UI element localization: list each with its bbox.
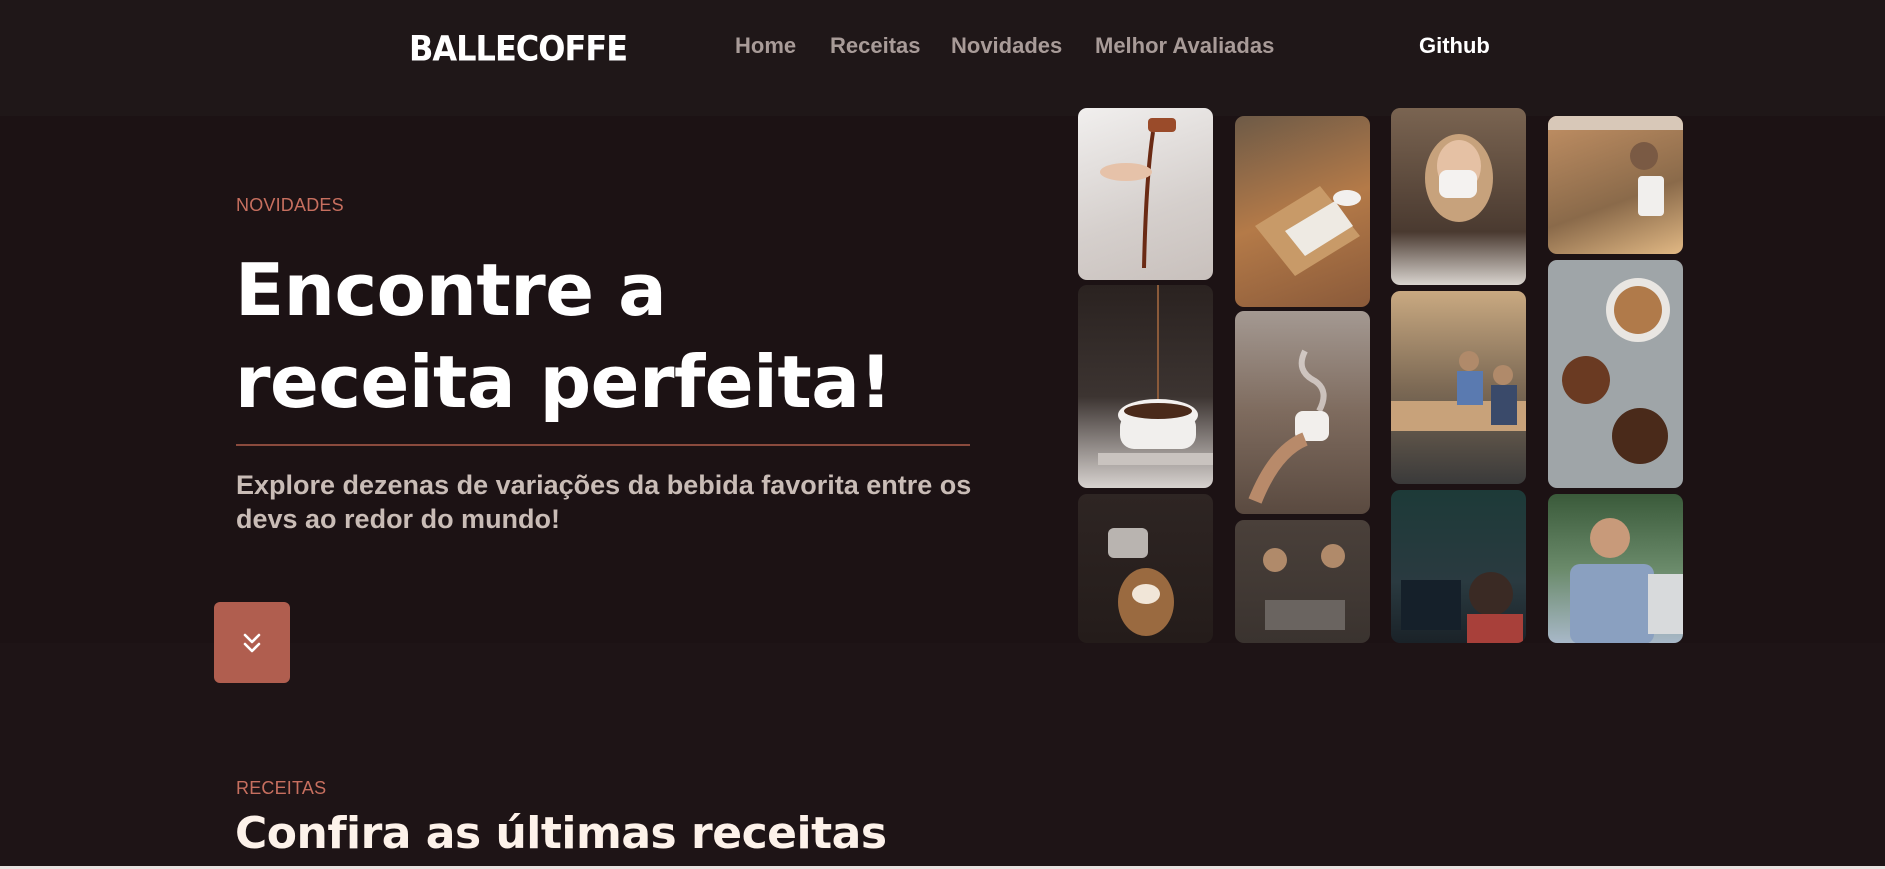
latte-art-pour-image [1108,528,1174,636]
hero-title-line1: Encontre a [235,248,667,332]
developer-at-screen-image [1401,572,1523,643]
hand-cup-steam-image [1248,349,1329,504]
gallery-photo [1235,520,1370,643]
gallery-photo [1078,494,1213,643]
github-link[interactable]: Github [1419,33,1490,59]
gallery-photo [1235,116,1370,307]
gallery-photo [1391,108,1526,285]
gallery-photo [1391,490,1526,643]
scroll-down-button[interactable] [214,602,290,683]
gallery-photo [1078,285,1213,488]
woman-drinking-coffee-image [1425,134,1493,222]
office-team-meeting-image [1391,351,1526,431]
nav-link-receitas[interactable]: Receitas [830,33,921,59]
recipes-eyebrow: RECEITAS [236,778,327,798]
barista-espresso-machine-image [1548,116,1683,216]
double-chevron-down-icon [243,633,261,652]
table-notebook-coffee-image [1255,186,1361,276]
nav-link-melhor-avaliadas[interactable]: Melhor Avaliadas [1095,33,1274,59]
smiling-man-laptop-image [1570,518,1683,643]
gallery-photo [1548,494,1683,643]
hero-title: Encontre a receita perfeita! [235,244,935,428]
site-logo[interactable]: BALLECOFFE [409,28,628,69]
cappuccino-beans-topview-image [1562,278,1670,464]
recipes-title: Confira as últimas receitas [235,808,887,859]
gallery-photo [1078,108,1213,280]
hero-subtitle: Explore dezenas de variações da bebida f… [236,470,972,534]
hero-divider [236,444,970,446]
hero-title-line2: receita perfeita! [235,340,892,424]
nav-link-novidades[interactable]: Novidades [951,33,1062,59]
gallery-photo [1391,291,1526,484]
gallery-photo [1235,311,1370,514]
hero-eyebrow: NOVIDADES [236,195,344,215]
nav-link-home[interactable]: Home [735,33,796,59]
coffee-drip-cup-image [1098,285,1213,465]
coffee-pour-hand-image [1100,118,1176,269]
gallery-photo [1548,260,1683,488]
baristas-working-image [1263,544,1345,630]
gallery-photo [1548,116,1683,254]
site-header: BALLECOFFE Home Receitas Novidades Melho… [0,0,1885,116]
